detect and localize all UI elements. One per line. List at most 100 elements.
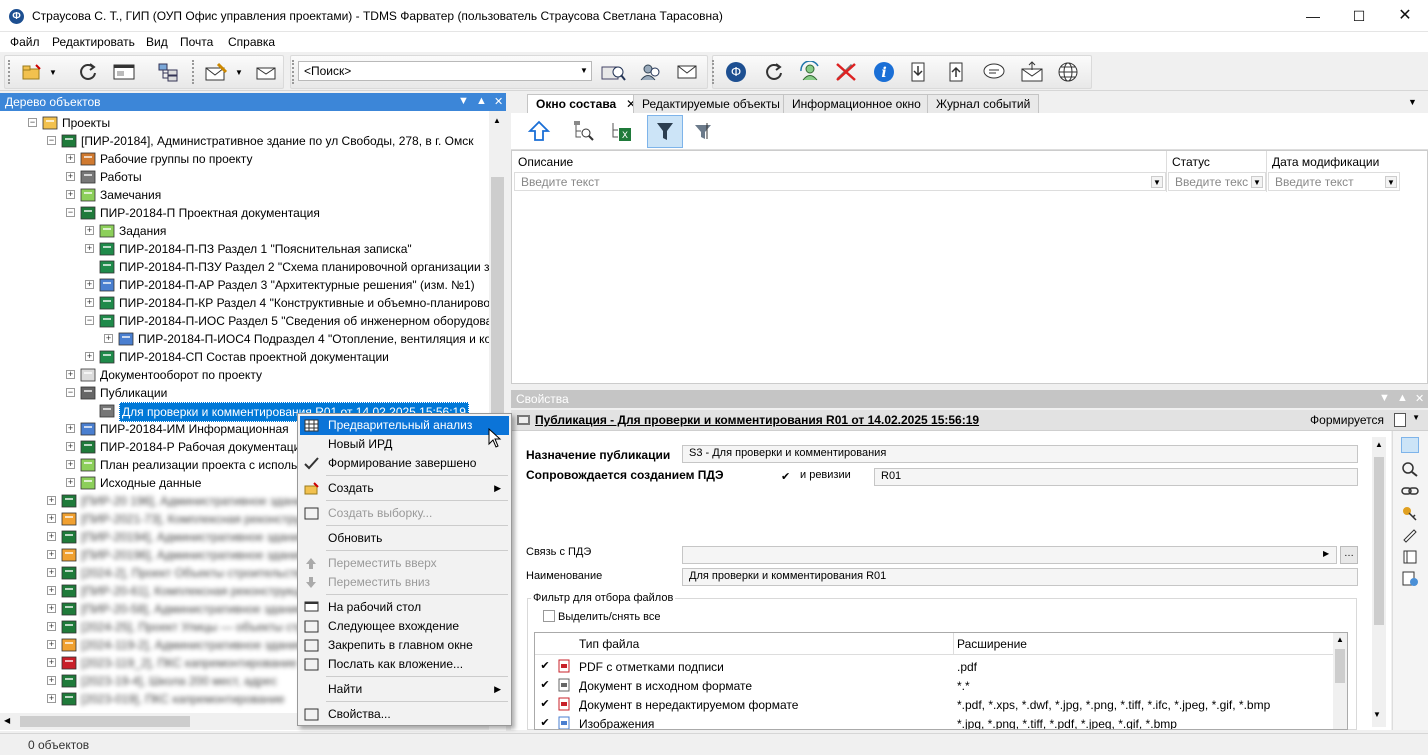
expand-icon[interactable]: + xyxy=(66,442,75,451)
context-menu-item[interactable]: Свойства... xyxy=(300,705,509,724)
collapse-icon[interactable]: − xyxy=(66,208,75,217)
menu-edit[interactable]: Редактировать xyxy=(52,35,135,49)
user-search-icon[interactable] xyxy=(638,61,664,83)
date-filter[interactable]: Введите текст ▼ xyxy=(1268,172,1400,191)
context-menu-item[interactable]: Следующее вхождение xyxy=(300,617,509,636)
table-row[interactable]: ✔ Документ в нередактируемом формате *.pdf… xyxy=(535,695,1333,714)
search-dropdown-icon[interactable]: ▼ xyxy=(579,66,589,76)
tab-info-window[interactable]: Информационное окно xyxy=(783,94,930,113)
file-type-checkbox[interactable]: ✔ xyxy=(539,698,551,710)
collapse-icon[interactable]: − xyxy=(47,136,56,145)
reload-icon[interactable] xyxy=(762,61,786,83)
filter-settings-icon[interactable] xyxy=(691,119,715,143)
maximize-button[interactable]: ☐ xyxy=(1336,0,1382,32)
object-title-link[interactable]: Публикация - Для проверки и комментирова… xyxy=(535,413,979,427)
scroll-left-icon[interactable]: ◀ xyxy=(4,716,10,725)
collapse-icon[interactable]: − xyxy=(85,316,94,325)
toolbar-grip[interactable] xyxy=(8,60,11,84)
expand-icon[interactable]: + xyxy=(47,550,56,559)
pde-checkbox[interactable]: ✔ xyxy=(781,471,793,483)
key-icon[interactable] xyxy=(1401,505,1419,521)
tab-event-log[interactable]: Журнал событий xyxy=(927,94,1040,113)
doc-down-icon[interactable] xyxy=(906,61,930,83)
expand-icon[interactable]: + xyxy=(47,514,56,523)
mail-out-icon[interactable] xyxy=(1020,61,1044,83)
expand-icon[interactable]: + xyxy=(47,640,56,649)
expand-icon[interactable]: + xyxy=(66,460,75,469)
file-type-checkbox[interactable]: ✔ xyxy=(539,717,551,729)
scroll-up-icon[interactable]: ▲ xyxy=(493,116,501,125)
description-filter[interactable]: Введите текст ▼ xyxy=(514,172,1166,191)
menu-mail[interactable]: Почта xyxy=(180,35,213,49)
mail-send-icon[interactable] xyxy=(254,61,278,83)
comment-icon[interactable] xyxy=(982,61,1006,83)
scroll-thumb[interactable] xyxy=(1335,649,1345,683)
expand-icon[interactable]: + xyxy=(66,370,75,379)
up-level-icon[interactable] xyxy=(527,119,551,143)
toolbar-grip[interactable] xyxy=(712,60,715,84)
expand-icon[interactable]: + xyxy=(47,532,56,541)
folder-search-icon[interactable] xyxy=(600,61,626,83)
properties-scrollbar[interactable]: ▲ xyxy=(1372,437,1386,727)
close-pane-icon[interactable]: ✕ xyxy=(494,95,503,108)
purpose-field[interactable]: S3 - Для проверки и комментирования xyxy=(682,445,1358,463)
expand-icon[interactable]: + xyxy=(85,298,94,307)
close-button[interactable]: ✕ xyxy=(1382,0,1428,32)
scroll-thumb[interactable] xyxy=(20,716,190,727)
minimize-button[interactable]: — xyxy=(1290,0,1336,32)
file-table-scrollbar[interactable]: ▲ xyxy=(1333,633,1347,729)
context-menu-item[interactable]: На рабочий стол xyxy=(300,598,509,617)
context-menu-item[interactable]: Закрепить в главном окне xyxy=(300,636,509,655)
context-menu-item[interactable]: Послать как вложение... xyxy=(300,655,509,674)
expand-icon[interactable]: + xyxy=(47,676,56,685)
expand-icon[interactable]: + xyxy=(47,568,56,577)
window-icon[interactable] xyxy=(112,61,136,83)
pane-menu-icon[interactable]: ▼ xyxy=(1379,392,1390,404)
pde-link-field[interactable] xyxy=(682,546,1337,564)
menu-file[interactable]: Файл xyxy=(10,35,40,49)
dropdown-icon[interactable]: ▼ xyxy=(1151,176,1163,188)
expand-icon[interactable]: + xyxy=(66,478,75,487)
scroll-up-icon[interactable]: ▲ xyxy=(1375,440,1383,449)
status-filter[interactable]: Введите текс ▼ xyxy=(1168,172,1266,191)
browse-button[interactable]: … xyxy=(1340,546,1358,564)
context-menu-item[interactable]: Обновить xyxy=(300,529,509,548)
column-description[interactable]: Описание xyxy=(518,155,573,169)
tab-composition[interactable]: Окно состава ✕ xyxy=(527,94,641,114)
pane-menu-icon[interactable]: ▼ xyxy=(458,95,469,107)
tree-search-icon[interactable] xyxy=(571,119,595,143)
expand-icon[interactable]: + xyxy=(85,226,94,235)
file-type-table[interactable]: Тип файла Расширение ✔ PDF с отметками по… xyxy=(534,632,1348,730)
table-row[interactable]: ✔ Изображения *.jpg, *.png, *.tiff, *.pdf,… xyxy=(535,714,1333,729)
column-status[interactable]: Статус xyxy=(1172,155,1210,169)
scroll-thumb[interactable] xyxy=(1374,457,1384,625)
book-icon[interactable] xyxy=(1401,549,1419,565)
expand-icon[interactable]: + xyxy=(47,586,56,595)
context-menu-item[interactable]: Предварительный анализ xyxy=(300,416,509,435)
expand-icon[interactable]: + xyxy=(85,244,94,253)
farvater-icon[interactable]: Ф xyxy=(724,61,748,83)
context-menu-item[interactable]: Найти ▶ xyxy=(300,680,509,699)
expand-icon[interactable]: + xyxy=(47,658,56,667)
state-icon[interactable] xyxy=(1394,413,1406,427)
file-type-checkbox[interactable]: ✔ xyxy=(539,679,551,691)
close-pane-icon[interactable]: ✕ xyxy=(1415,392,1424,405)
table-row[interactable]: ✔ PDF с отметками подписи .pdf xyxy=(535,657,1333,676)
context-menu-item[interactable]: Новый ИРД xyxy=(300,435,509,454)
collapse-icon[interactable]: − xyxy=(28,118,37,127)
expand-icon[interactable]: + xyxy=(66,172,75,181)
tools-off-icon[interactable] xyxy=(834,61,858,83)
pencil-icon[interactable] xyxy=(1401,527,1419,543)
name-field[interactable]: Для проверки и комментирования R01 xyxy=(682,568,1358,586)
column-file-type[interactable]: Тип файла xyxy=(579,637,639,651)
pin-pane-icon[interactable]: ▲ xyxy=(476,95,487,107)
context-menu-item[interactable]: Создать ▶ xyxy=(300,479,509,498)
settings-doc-icon[interactable] xyxy=(1401,571,1419,587)
context-menu-item[interactable]: Формирование завершено xyxy=(300,454,509,473)
table-row[interactable]: ✔ Документ в исходном формате *.* xyxy=(535,676,1333,695)
file-type-checkbox[interactable]: ✔ xyxy=(539,660,551,672)
toolbar-grip[interactable] xyxy=(192,60,195,84)
expand-icon[interactable]: + xyxy=(47,694,56,703)
info-icon[interactable]: i xyxy=(872,61,896,83)
expand-icon[interactable]: + xyxy=(47,496,56,505)
